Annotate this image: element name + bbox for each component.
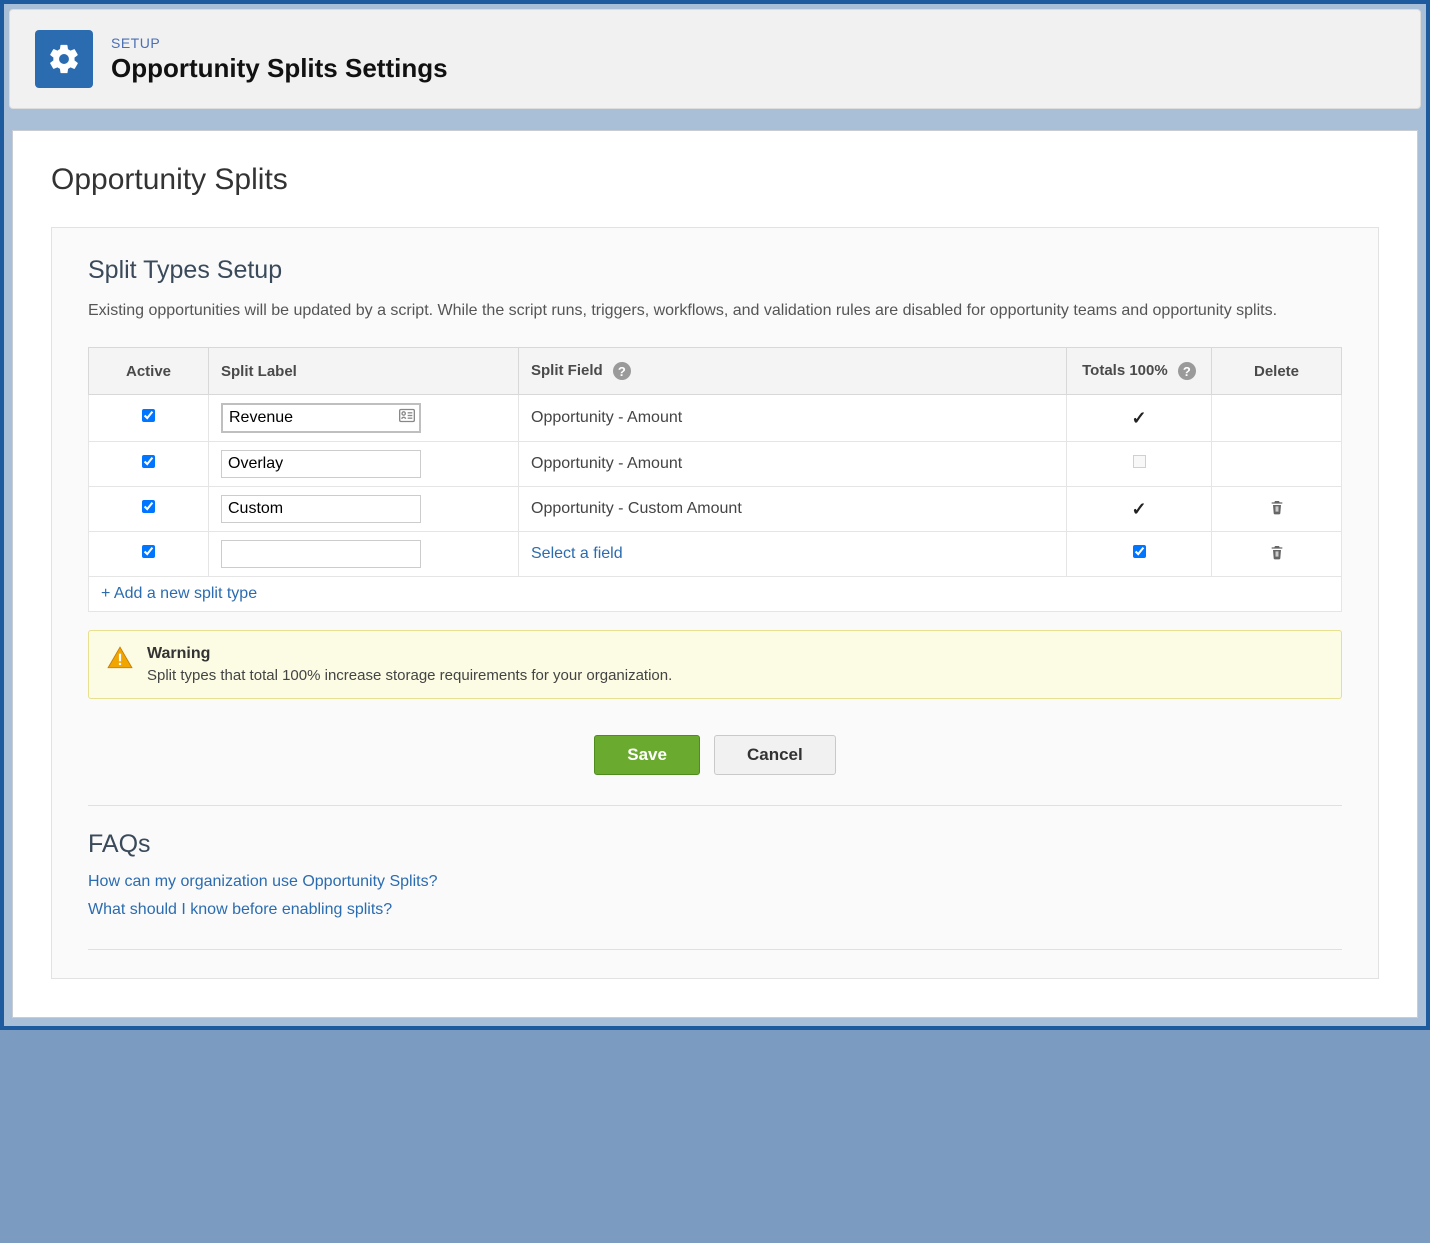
decorative-strip [4,114,1426,130]
table-row: Opportunity - Amount [89,442,1342,487]
th-active: Active [89,348,209,395]
active-checkbox[interactable] [142,455,155,468]
split-field-text: Opportunity - Custom Amount [531,500,742,517]
split-label-input[interactable] [221,495,421,523]
split-label-input[interactable] [221,540,421,568]
split-types-table: Active Split Label Split Field ? Totals … [88,347,1342,612]
section-description: Existing opportunities will be updated b… [88,299,1342,323]
help-icon[interactable]: ? [613,362,631,380]
table-row: Opportunity - Amount ✓ [89,395,1342,442]
warning-icon [107,645,133,676]
th-totals: Totals 100% ? [1067,348,1212,395]
totals-checkbox[interactable] [1133,545,1146,558]
cancel-button[interactable]: Cancel [714,735,836,775]
unchecked-box-icon [1133,455,1146,468]
th-split-label: Split Label [209,348,519,395]
gear-icon [35,30,93,88]
table-row: Opportunity - Custom Amount ✓ [89,487,1342,532]
warning-box: Warning Split types that total 100% incr… [88,630,1342,699]
page-title: Opportunity Splits [51,163,1379,197]
save-button[interactable]: Save [594,735,700,775]
add-split-type-link[interactable]: + Add a new split type [101,585,257,602]
th-split-field-text: Split Field [531,362,603,379]
page-header-title: Opportunity Splits Settings [111,53,448,84]
split-label-input[interactable] [221,450,421,478]
select-field-link[interactable]: Select a field [531,545,623,562]
faq-link[interactable]: How can my organization use Opportunity … [88,873,1342,891]
setup-header: SETUP Opportunity Splits Settings [9,9,1421,109]
divider [88,949,1342,950]
faq-link[interactable]: What should I know before enabling split… [88,901,1342,919]
warning-text: Split types that total 100% increase sto… [147,667,672,684]
faqs-title: FAQs [88,830,1342,859]
trash-icon[interactable] [1269,503,1285,520]
warning-title: Warning [147,645,672,663]
help-icon[interactable]: ? [1178,362,1196,380]
split-field-text: Opportunity - Amount [531,455,682,472]
breadcrumb: SETUP [111,35,448,51]
active-checkbox[interactable] [142,409,155,422]
th-delete: Delete [1212,348,1342,395]
active-checkbox[interactable] [142,500,155,513]
table-row: Select a field [89,532,1342,577]
th-split-field: Split Field ? [519,348,1067,395]
split-label-input[interactable] [221,403,421,433]
lookup-icon[interactable] [399,409,415,428]
section-title: Split Types Setup [88,256,1342,285]
split-field-text: Opportunity - Amount [531,409,682,426]
trash-icon[interactable] [1269,548,1285,565]
checkmark-icon: ✓ [1131,499,1146,519]
checkmark-icon: ✓ [1131,408,1146,428]
active-checkbox[interactable] [142,545,155,558]
th-totals-text: Totals 100% [1082,362,1168,379]
